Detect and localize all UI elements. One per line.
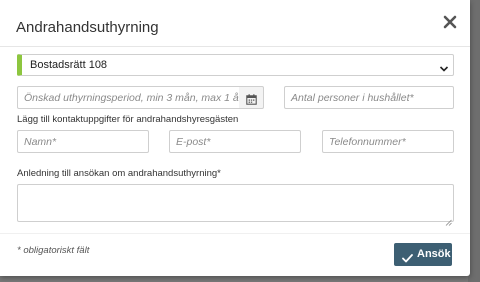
close-icon[interactable]	[441, 13, 459, 31]
reason-textarea[interactable]	[17, 184, 454, 226]
email-placeholder: E-post*	[176, 136, 211, 148]
household-persons-placeholder: Antal personer i hushållet*	[291, 92, 414, 104]
submit-button-label: Ansök	[417, 248, 451, 260]
email-input[interactable]: E-post*	[169, 130, 301, 153]
required-fields-note: * obligatoriskt fält	[17, 245, 90, 256]
chevron-down-icon	[439, 61, 449, 72]
submit-button[interactable]: Ansök	[394, 243, 452, 266]
resize-handle-icon[interactable]	[445, 213, 452, 226]
name-placeholder: Namn*	[24, 136, 57, 148]
apartment-select-value: Bostadsrätt 108	[30, 59, 108, 71]
header-divider	[0, 46, 470, 47]
calendar-icon	[246, 92, 257, 110]
dialog-title: Andrahandsuthyrning	[16, 19, 159, 36]
rental-period-placeholder: Önskad uthyrningsperiod, min 3 mån, max …	[24, 92, 243, 104]
reason-label: Anledning till ansökan om andrahandsuthy…	[17, 168, 221, 179]
phone-input[interactable]: Telefonnummer*	[322, 130, 454, 153]
name-input[interactable]: Namn*	[17, 130, 149, 153]
rental-period-input[interactable]: Önskad uthyrningsperiod, min 3 mån, max …	[17, 86, 243, 109]
calendar-button[interactable]	[239, 86, 264, 109]
apartment-select[interactable]: Bostadsrätt 108	[17, 54, 454, 76]
contact-heading: Lägg till kontaktuppgifter för andrahand…	[17, 114, 239, 125]
household-persons-input[interactable]: Antal personer i hushållet*	[284, 86, 454, 109]
phone-placeholder: Telefonnummer*	[329, 136, 406, 148]
check-icon	[402, 250, 413, 263]
application-dialog: Andrahandsuthyrning Bostadsrätt 108 Önsk…	[0, 0, 470, 276]
footer-divider	[0, 233, 470, 234]
